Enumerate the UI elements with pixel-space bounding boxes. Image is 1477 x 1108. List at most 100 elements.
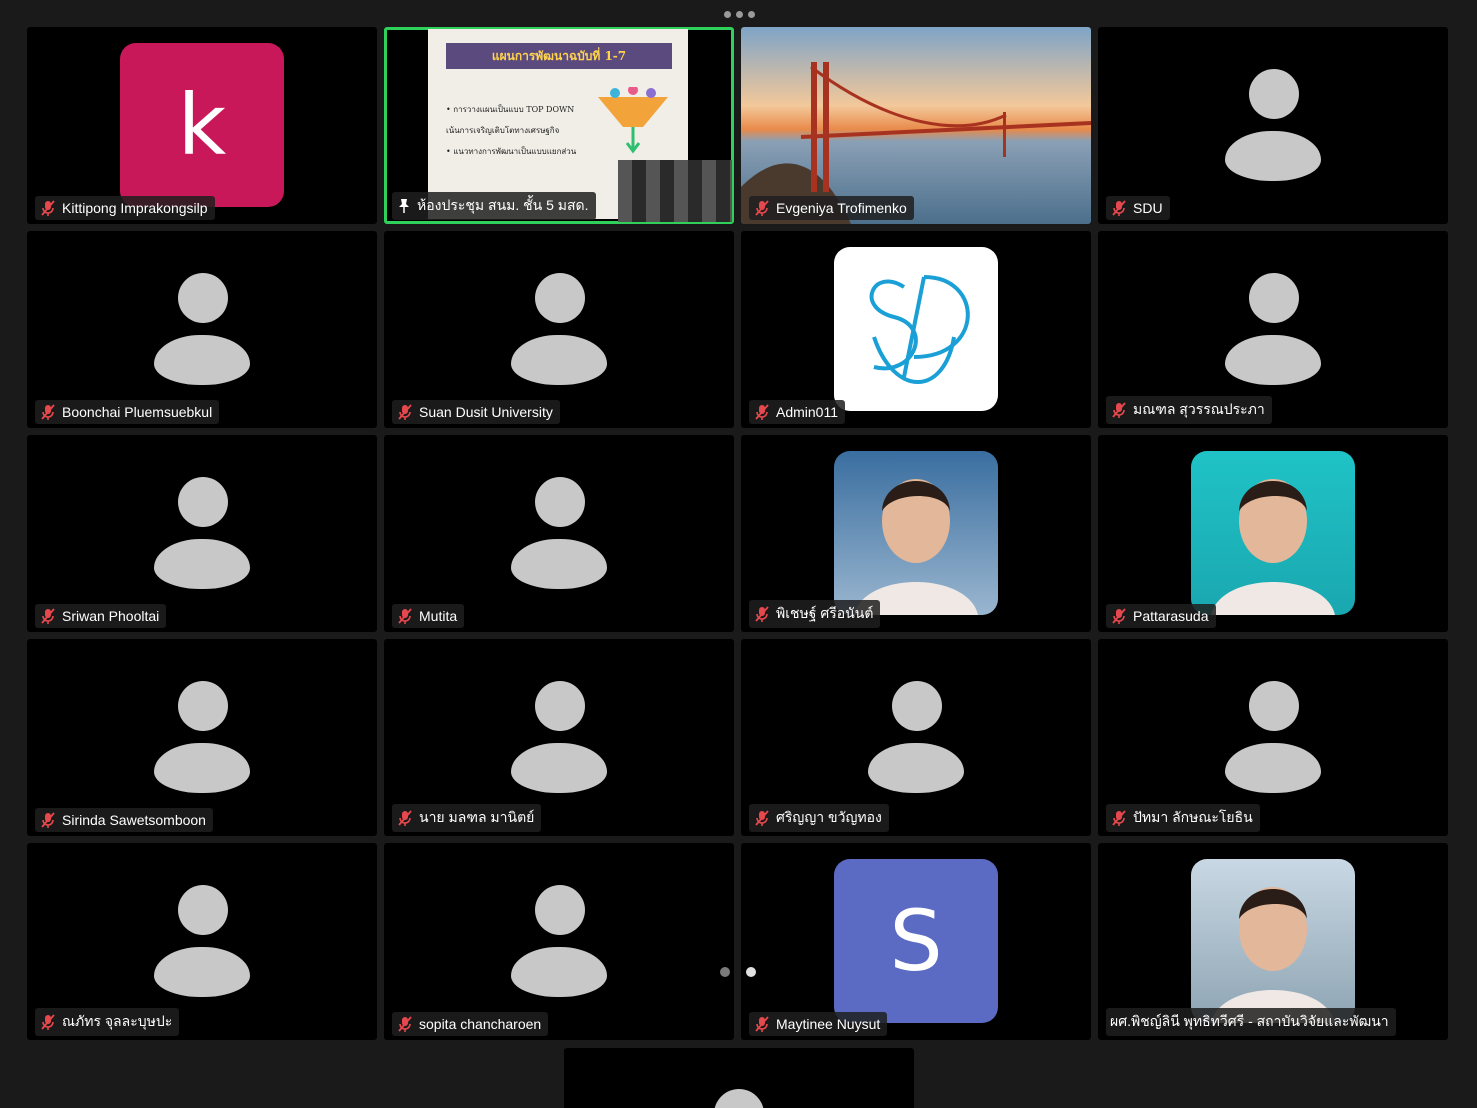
avatar-body xyxy=(154,539,250,589)
participant-name-label: Kittipong Imprakongsilp xyxy=(35,196,215,220)
participant-name: ห้องประชุม สนม. ชั้น 5 มสด. xyxy=(417,197,589,213)
participant-tile[interactable]: ผศ.พิชญ์ลินี พุทธิทวีศรี - สถาบันวิจัยแล… xyxy=(1098,843,1448,1040)
participant-tile[interactable]: Sirinda Sawetsomboon xyxy=(27,639,377,836)
mic-muted-icon xyxy=(753,605,771,623)
participant-tile[interactable]: S Maytinee Nuysut xyxy=(741,843,1091,1040)
participant-name-label: Pattarasuda xyxy=(1106,604,1216,628)
participant-tile[interactable]: Evgeniya Trofimenko xyxy=(741,27,1091,224)
pin-icon[interactable] xyxy=(396,198,412,214)
page-indicator[interactable] xyxy=(720,967,756,977)
mic-muted-icon xyxy=(39,1013,57,1031)
participant-tile[interactable]: นาย มลฑล มานิตย์ xyxy=(384,639,734,836)
mic-muted-icon xyxy=(753,403,771,421)
avatar-head xyxy=(535,885,585,935)
participant-tile[interactable]: Pattarasuda xyxy=(1098,435,1448,632)
avatar-body xyxy=(1225,131,1321,181)
mic-muted-icon xyxy=(1110,401,1128,419)
avatar-head xyxy=(1249,273,1299,323)
avatar-head xyxy=(892,681,942,731)
participant-tile[interactable]: k Kittipong Imprakongsilp xyxy=(27,27,377,224)
page-dot[interactable] xyxy=(746,967,756,977)
letter-avatar: S xyxy=(834,859,998,1023)
participant-name-label: Suan Dusit University xyxy=(392,400,560,424)
participant-name-label: ณภัทร จุลละบุษปะ xyxy=(35,1008,180,1036)
participant-name: sopita chancharoen xyxy=(419,1016,542,1032)
avatar-head xyxy=(535,273,585,323)
participant-name: Suan Dusit University xyxy=(419,404,553,420)
participant-grid: k Kittipong Imprakongsilp แผนการพัฒนาฉบับท… xyxy=(27,27,1448,1040)
participant-name-label: พิเชษฐ์ ศรีอนันต์ xyxy=(749,600,881,628)
avatar-letter: S xyxy=(889,892,943,990)
default-avatar-icon xyxy=(154,273,250,385)
participant-tile[interactable]: Mutita xyxy=(384,435,734,632)
participant-name-label: Sriwan Phooltai xyxy=(35,604,167,628)
participant-name: Admin011 xyxy=(776,404,839,420)
participant-tile[interactable]: ณภัทร จุลละบุษปะ xyxy=(27,843,377,1040)
participant-name: นาย มลฑล มานิตย์ xyxy=(419,809,535,825)
default-avatar-icon xyxy=(154,885,250,997)
default-avatar-icon xyxy=(1225,69,1321,181)
mic-muted-icon xyxy=(753,1015,771,1033)
letter-avatar: k xyxy=(120,43,284,207)
avatar-body xyxy=(154,947,250,997)
more-options-icon[interactable] xyxy=(719,6,759,22)
default-avatar-icon xyxy=(511,885,607,997)
slide-title: แผนการพัฒนาฉบับที่ 1-7 xyxy=(446,43,672,69)
participant-name: Mutita xyxy=(419,608,458,624)
participant-name-label: ผศ.พิชญ์ลินี พุทธิทวีศรี - สถาบันวิจัยแล… xyxy=(1106,1008,1396,1036)
profile-photo xyxy=(1191,859,1355,1023)
participant-tile[interactable]: มณฑล สุวรรณประภา xyxy=(1098,231,1448,428)
mic-muted-icon xyxy=(396,809,414,827)
participant-name: SDU xyxy=(1133,200,1163,216)
default-avatar-icon xyxy=(511,477,607,589)
slide-bullets: • การวางแผนเป็นแบบ TOP DOWN เน้นการเจริญเ… xyxy=(446,99,596,162)
page-dot[interactable] xyxy=(720,967,730,977)
background-photo xyxy=(741,27,1091,224)
avatar-body xyxy=(511,539,607,589)
mic-muted-icon xyxy=(396,403,414,421)
profile-photo xyxy=(1191,451,1355,615)
participant-name: Boonchai Pluemsuebkul xyxy=(62,404,213,420)
avatar-body xyxy=(154,335,250,385)
default-avatar-icon xyxy=(511,273,607,385)
mic-muted-icon xyxy=(39,199,57,217)
default-avatar-icon xyxy=(511,681,607,793)
participant-tile[interactable]: ปัทมา ลักษณะโยธิน xyxy=(1098,639,1448,836)
default-avatar-icon xyxy=(868,681,964,793)
mic-muted-icon xyxy=(396,607,414,625)
participant-tile[interactable]: แผนการพัฒนาฉบับที่ 1-7 • การวางแผนเป็นแบบ… xyxy=(384,27,734,224)
avatar-body xyxy=(868,743,964,793)
participant-tile[interactable]: Boonchai Pluemsuebkul xyxy=(27,231,377,428)
participant-tile[interactable]: SDU xyxy=(1098,27,1448,224)
mic-muted-icon xyxy=(396,1015,414,1033)
avatar-body xyxy=(511,743,607,793)
slide-bullet: • แนวทางการพัฒนาเป็นแบบแยกส่วน xyxy=(446,147,577,156)
avatar-letter: k xyxy=(177,76,227,174)
participant-name: Maytinee Nuysut xyxy=(776,1016,881,1032)
mic-muted-icon xyxy=(753,199,771,217)
participant-name: มณฑล สุวรรณประภา xyxy=(1133,401,1265,417)
participant-tile[interactable]: พิเชษฐ์ ศรีอนันต์ xyxy=(741,435,1091,632)
default-avatar-icon xyxy=(154,681,250,793)
avatar-body xyxy=(511,947,607,997)
participant-tile[interactable]: sopita chancharoen xyxy=(384,843,734,1040)
participant-tile[interactable]: Suan Dusit University xyxy=(384,231,734,428)
participant-tile[interactable]: Admin011 xyxy=(741,231,1091,428)
avatar-body xyxy=(511,335,607,385)
avatar-head xyxy=(178,273,228,323)
participant-name-label: ห้องประชุม สนม. ชั้น 5 มสด. xyxy=(392,192,596,220)
participant-name: พิเชษฐ์ ศรีอนันต์ xyxy=(776,605,874,621)
participant-tile[interactable]: ศริญญา ขวัญทอง xyxy=(741,639,1091,836)
participant-tile-partial[interactable] xyxy=(564,1048,914,1108)
participant-tile[interactable]: Sriwan Phooltai xyxy=(27,435,377,632)
participant-name-label: SDU xyxy=(1106,196,1170,220)
participant-name-label: นาย มลฑล มานิตย์ xyxy=(392,804,542,832)
participant-name: Sirinda Sawetsomboon xyxy=(62,812,206,828)
participant-name: Evgeniya Trofimenko xyxy=(776,200,907,216)
avatar-body xyxy=(1225,743,1321,793)
mic-muted-icon xyxy=(39,403,57,421)
avatar-head xyxy=(178,885,228,935)
participant-name: ณภัทร จุลละบุษปะ xyxy=(62,1013,173,1029)
default-avatar-icon xyxy=(714,1089,764,1108)
avatar-head xyxy=(1249,69,1299,119)
